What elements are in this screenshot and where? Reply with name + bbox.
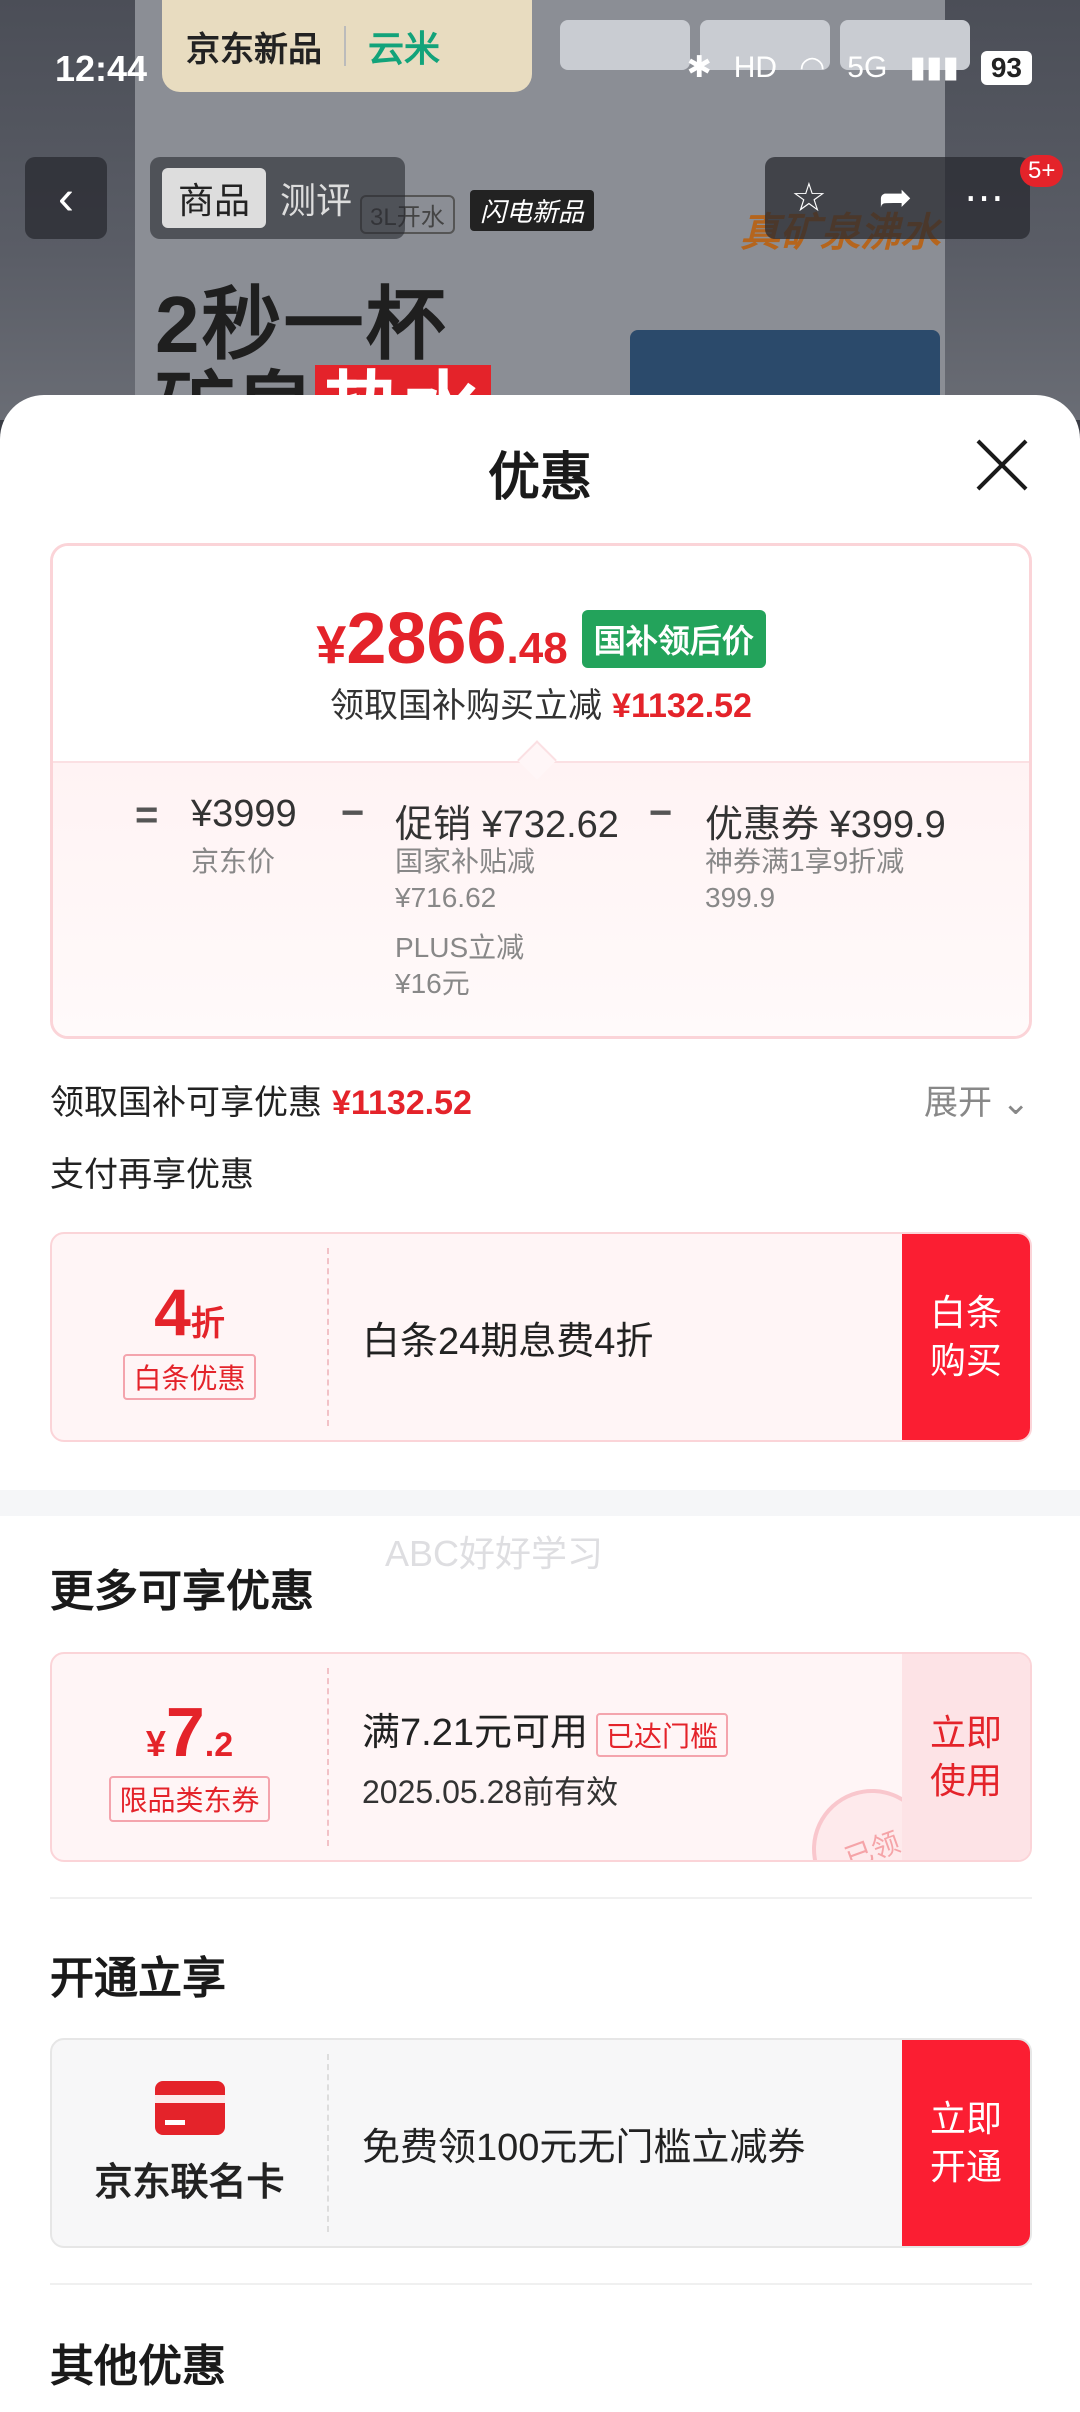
plus-discount-label: PLUS立减 — [395, 932, 525, 963]
share-icon[interactable]: ➦ — [879, 175, 913, 221]
open-card-button[interactable]: 立即 开通 — [902, 2040, 1030, 2246]
price-symbol: ¥ — [316, 615, 347, 675]
price-type-tag: 国补领后价 — [581, 610, 766, 668]
gov-subsidy-label: 国家补贴减 — [395, 846, 536, 877]
coupon-validity: 2025.05.28前有效 — [362, 1773, 619, 1810]
message-count-badge: 5+ — [1020, 155, 1064, 187]
equals-sign: = — [135, 793, 159, 837]
status-icons: ✱ HD ◠ 5G ▮▮▮ 93 — [687, 50, 1032, 85]
signal-icon: 5G — [847, 50, 888, 84]
coupon-amount-int: 7 — [165, 1693, 205, 1771]
nav-actions: ☆ ➦ ⋯ — [765, 157, 1030, 239]
action-line: 立即 — [929, 2098, 1002, 2139]
gov-discount-row: 领取国补可享优惠 ¥1132.52 — [50, 1075, 472, 1124]
expand-button[interactable]: 展开 ⌄ — [924, 1075, 1030, 1124]
pay-discount-label: 支付再享优惠 — [50, 1156, 254, 1194]
status-time: 12:44 — [55, 48, 148, 89]
card-info: 免费领100元无门槛立减券 — [362, 2040, 805, 2246]
tab-product[interactable]: 商品 — [162, 168, 267, 228]
discount-unit: 折 — [190, 1305, 225, 1343]
coupon-divider — [327, 1668, 329, 1846]
chevron-down-icon: ⌄ — [1001, 1084, 1031, 1122]
watermark: ABC好好学习 — [385, 1533, 604, 1574]
use-coupon-button[interactable]: 立即 使用 — [902, 1654, 1030, 1860]
coupon-condition: 满7.21元可用 — [362, 1712, 588, 1755]
baitiao-buy-button[interactable]: 白条 购买 — [902, 1234, 1030, 1440]
coupon-rule-label: 神券满1享9折减 — [705, 846, 905, 877]
baitiao-main-text: 白条24期息费4折 — [362, 1320, 654, 1363]
favorite-star-icon[interactable]: ☆ — [791, 175, 827, 221]
save-amount: ¥1132.52 — [612, 687, 752, 725]
price-decimal: .48 — [506, 624, 568, 673]
baitiao-info: 白条24期息费4折 — [362, 1234, 653, 1440]
status-bar: 12:44 ✱ HD ◠ 5G ▮▮▮ 93 — [0, 0, 1080, 140]
sheet-title: 优惠 — [487, 449, 592, 507]
baitiao-tag: 白条优惠 — [123, 1354, 256, 1400]
chevron-left-icon: ‹ — [58, 171, 74, 225]
promo-total: 促销 ¥732.62 — [395, 804, 619, 846]
baitiao-discount-value: 4折 — [154, 1274, 225, 1350]
price-integer: 2866 — [346, 599, 507, 679]
card-offer-text: 免费领100元无门槛立减券 — [362, 2126, 806, 2169]
wifi-icon: ◠ — [799, 51, 826, 84]
action-line: 购买 — [929, 1340, 1002, 1381]
gov-subsidy-value: ¥716.62 — [395, 882, 497, 913]
save-line: 领取国补购买立减 ¥1132.52 — [53, 678, 1029, 727]
jd-coupon-card[interactable]: ¥7.2 限品类东券 满7.21元可用 已达门槛 2025.05.28前有效 已领… — [50, 1652, 1032, 1862]
save-text: 领取国补购买立减 — [330, 687, 603, 725]
coupon-amount: ¥7.2 — [146, 1692, 233, 1772]
more-icon[interactable]: ⋯ — [964, 175, 1004, 221]
jd-price-label: 京东价 — [191, 846, 276, 877]
close-button[interactable] — [974, 437, 1030, 493]
flash-new-tag: 闪电新品 — [470, 190, 595, 231]
plus-discount-value: ¥16元 — [395, 968, 470, 999]
more-offers-title: 更多可享优惠 — [50, 1567, 314, 1616]
coupon-divider — [327, 1248, 329, 1426]
tab-review[interactable]: 测评 — [280, 172, 352, 224]
action-line: 立即 — [929, 1712, 1002, 1753]
divider — [50, 2283, 1032, 2285]
price-breakdown: = ¥3999 京东价 − 促销 ¥732.62 国家补贴减 ¥716.62 P… — [53, 761, 1029, 1036]
jd-price: ¥3999 — [191, 793, 297, 835]
coupon-total: 优惠券 ¥399.9 — [705, 804, 946, 846]
minus-sign: − — [649, 791, 673, 835]
minus-sign: − — [341, 791, 365, 835]
action-line: 使用 — [929, 1760, 1002, 1801]
coupon-symbol: ¥ — [145, 1723, 166, 1764]
coupon-value: ¥7.2 限品类东券 — [52, 1654, 327, 1860]
card-name: 京东联名卡 — [94, 2161, 285, 2204]
discount-number: 4 — [154, 1275, 191, 1349]
divider — [50, 1897, 1032, 1899]
coupon-divider — [327, 2054, 329, 2232]
bluetooth-icon: ✱ — [686, 51, 712, 84]
coupon-amount-dec: .2 — [204, 1726, 234, 1764]
expand-label: 展开 — [924, 1084, 993, 1122]
section-separator — [0, 1490, 1080, 1516]
page-tabs: 商品 测评 — [150, 157, 405, 239]
gov-discount-amount: ¥1132.52 — [332, 1084, 472, 1122]
back-button[interactable]: ‹ — [25, 157, 107, 239]
baitiao-discount: 4折 白条优惠 — [52, 1234, 327, 1440]
open-benefit-title: 开通立享 — [50, 1954, 226, 2003]
gov-discount-label: 领取国补可享优惠 — [50, 1084, 322, 1122]
price-summary-card: ¥ 2866 .48 国补领后价 领取国补购买立减 ¥1132.52 = ¥399… — [50, 543, 1032, 1039]
signal-bars-icon: ▮▮▮ — [909, 51, 959, 84]
action-line: 开通 — [929, 2146, 1002, 2187]
action-line: 白条 — [929, 1292, 1002, 1333]
co-branded-card-offer[interactable]: 京东联名卡 免费领100元无门槛立减券 立即开通 — [50, 2038, 1032, 2248]
credit-card-icon — [154, 2080, 225, 2135]
card-brand: 京东联名卡 — [52, 2040, 327, 2246]
threshold-reached-tag: 已达门槛 — [595, 1712, 728, 1757]
coupon-info: 满7.21元可用 已达门槛 2025.05.28前有效 — [362, 1654, 728, 1860]
baitiao-offer-card[interactable]: 4折 白条优惠 白条24期息费4折 白条购买 — [50, 1232, 1032, 1442]
coupon-rule-value: 399.9 — [705, 882, 776, 913]
final-price: ¥ 2866 .48 国补领后价 — [53, 598, 1029, 680]
hd-icon: HD — [733, 50, 778, 84]
coupon-type-tag: 限品类东券 — [109, 1776, 270, 1822]
coupon-condition-line: 满7.21元可用 已达门槛 — [362, 1701, 728, 1757]
summary-header: ¥ 2866 .48 国补领后价 领取国补购买立减 ¥1132.52 — [53, 546, 1029, 761]
other-offers-title: 其他优惠 — [50, 2342, 226, 2391]
battery-indicator: 93 — [980, 50, 1032, 85]
